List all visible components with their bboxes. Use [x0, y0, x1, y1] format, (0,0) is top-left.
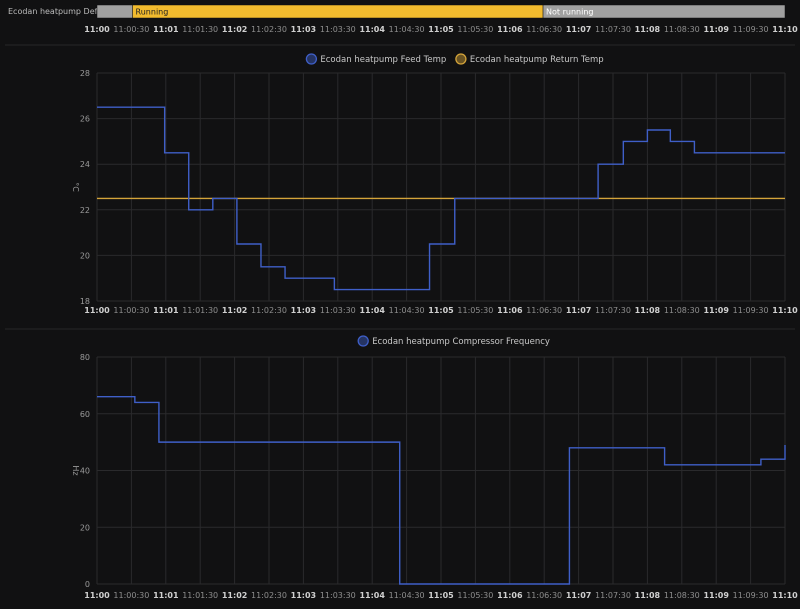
x-tick-label: 11:05: [428, 306, 454, 315]
y-tick-label: 0: [85, 580, 90, 589]
x-tick-label: 11:02: [222, 25, 247, 34]
x-tick-label: 11:09: [703, 306, 729, 315]
x-tick-label: 11:00:30: [113, 306, 149, 315]
x-tick-label: 11:04:30: [389, 306, 425, 315]
x-tick-label: 11:05:30: [457, 306, 493, 315]
x-tick-label: 11:01:30: [182, 591, 218, 600]
x-tick-label: 11:04: [359, 25, 385, 34]
x-tick-label: 11:03:30: [320, 25, 356, 34]
x-tick-label: 11:01: [153, 591, 179, 600]
legend-label: Ecodan heatpump Compressor Frequency: [372, 337, 550, 347]
x-tick-label: 11:06: [497, 306, 523, 315]
x-tick-label: 11:00: [84, 591, 110, 600]
x-tick-label: 11:03:30: [320, 306, 356, 315]
y-tick-label: 20: [80, 523, 90, 532]
x-tick-label: 11:04: [359, 591, 385, 600]
dashboard-canvas: Ecodan heatpump Defrost Running Not runnin…: [5, 4, 798, 600]
x-tick-label: 11:09: [703, 591, 729, 600]
x-tick-label: 11:08:30: [664, 25, 700, 34]
x-tick-label: 11:07: [566, 25, 591, 34]
x-tick-label: 11:08: [635, 25, 661, 34]
legend-swatch: [305, 53, 318, 65]
x-tick-label: 11:07:30: [595, 306, 631, 315]
x-tick-label: 11:02:30: [251, 25, 287, 34]
state-segment-label: Running: [136, 8, 169, 17]
state-segment: [96, 4, 133, 19]
x-tick-label: 11:05:30: [457, 25, 493, 34]
x-tick-label: 11:01:30: [182, 25, 218, 34]
state-segment-label: Not running: [546, 8, 593, 17]
legend-label: Ecodan heatpump Return Temp: [470, 55, 604, 65]
x-tick-label: 11:07:30: [595, 25, 631, 34]
x-tick-label: 11:06:30: [526, 591, 562, 600]
y-tick-label: 18: [80, 297, 90, 306]
legend-label: Ecodan heatpump Feed Temp: [320, 55, 446, 65]
x-tick-label: 11:07: [566, 591, 591, 600]
x-tick-label: 11:00: [84, 25, 110, 34]
x-tick-label: 11:09:30: [733, 591, 769, 600]
x-tick-label: 11:08: [635, 306, 661, 315]
x-tick-label: 11:06:30: [526, 306, 562, 315]
y-tick-label: 22: [80, 206, 90, 215]
x-tick-label: 11:08: [635, 591, 661, 600]
x-tick-label: 11:02:30: [251, 306, 287, 315]
x-tick-label: 11:03:30: [320, 591, 356, 600]
x-tick-label: 11:01: [153, 306, 179, 315]
y-tick-label: 20: [80, 251, 90, 260]
x-tick-label: 11:00: [84, 306, 110, 315]
x-tick-label: 11:03: [291, 25, 316, 34]
y-tick-label: 40: [80, 467, 90, 476]
x-tick-label: 11:10: [772, 591, 798, 600]
x-tick-label: 11:09:30: [733, 25, 769, 34]
y-tick-label: 28: [80, 69, 90, 78]
x-tick-label: 11:00:30: [113, 591, 149, 600]
x-tick-label: 11:02: [222, 306, 247, 315]
x-tick-label: 11:06: [497, 25, 523, 34]
x-tick-label: 11:09:30: [733, 306, 769, 315]
x-tick-label: 11:10: [772, 25, 798, 34]
y-tick-label: 80: [80, 353, 90, 362]
y-tick-label: 24: [80, 160, 90, 169]
x-tick-label: 11:07: [566, 306, 591, 315]
x-tick-label: 11:02:30: [251, 591, 287, 600]
legend-swatch: [357, 335, 369, 347]
x-tick-label: 11:01:30: [182, 306, 218, 315]
x-tick-label: 11:08:30: [664, 591, 700, 600]
x-tick-label: 11:00:30: [113, 25, 149, 34]
x-tick-label: 11:06:30: [526, 25, 562, 34]
x-tick-label: 11:05:30: [457, 591, 493, 600]
x-tick-label: 11:08:30: [664, 306, 700, 315]
x-tick-label: 11:05: [428, 25, 454, 34]
legend-swatch: [455, 53, 467, 65]
y-axis-label: °C: [71, 182, 80, 192]
x-tick-label: 11:05: [428, 591, 454, 600]
x-tick-label: 11:03: [291, 591, 316, 600]
x-tick-label: 11:03: [291, 306, 316, 315]
x-tick-label: 11:09: [703, 25, 729, 34]
y-tick-label: 26: [80, 115, 90, 124]
x-tick-label: 11:04:30: [389, 591, 425, 600]
x-tick-label: 11:10: [772, 306, 798, 315]
x-tick-label: 11:02: [222, 591, 247, 600]
x-tick-label: 11:01: [153, 25, 179, 34]
x-tick-label: 11:06: [497, 591, 523, 600]
x-tick-label: 11:07:30: [595, 591, 631, 600]
y-tick-label: 60: [80, 410, 90, 419]
x-tick-label: 11:04: [359, 306, 385, 315]
y-axis-label: Hz: [71, 465, 80, 475]
state-segment: [132, 4, 544, 19]
x-tick-label: 11:04:30: [389, 25, 425, 34]
